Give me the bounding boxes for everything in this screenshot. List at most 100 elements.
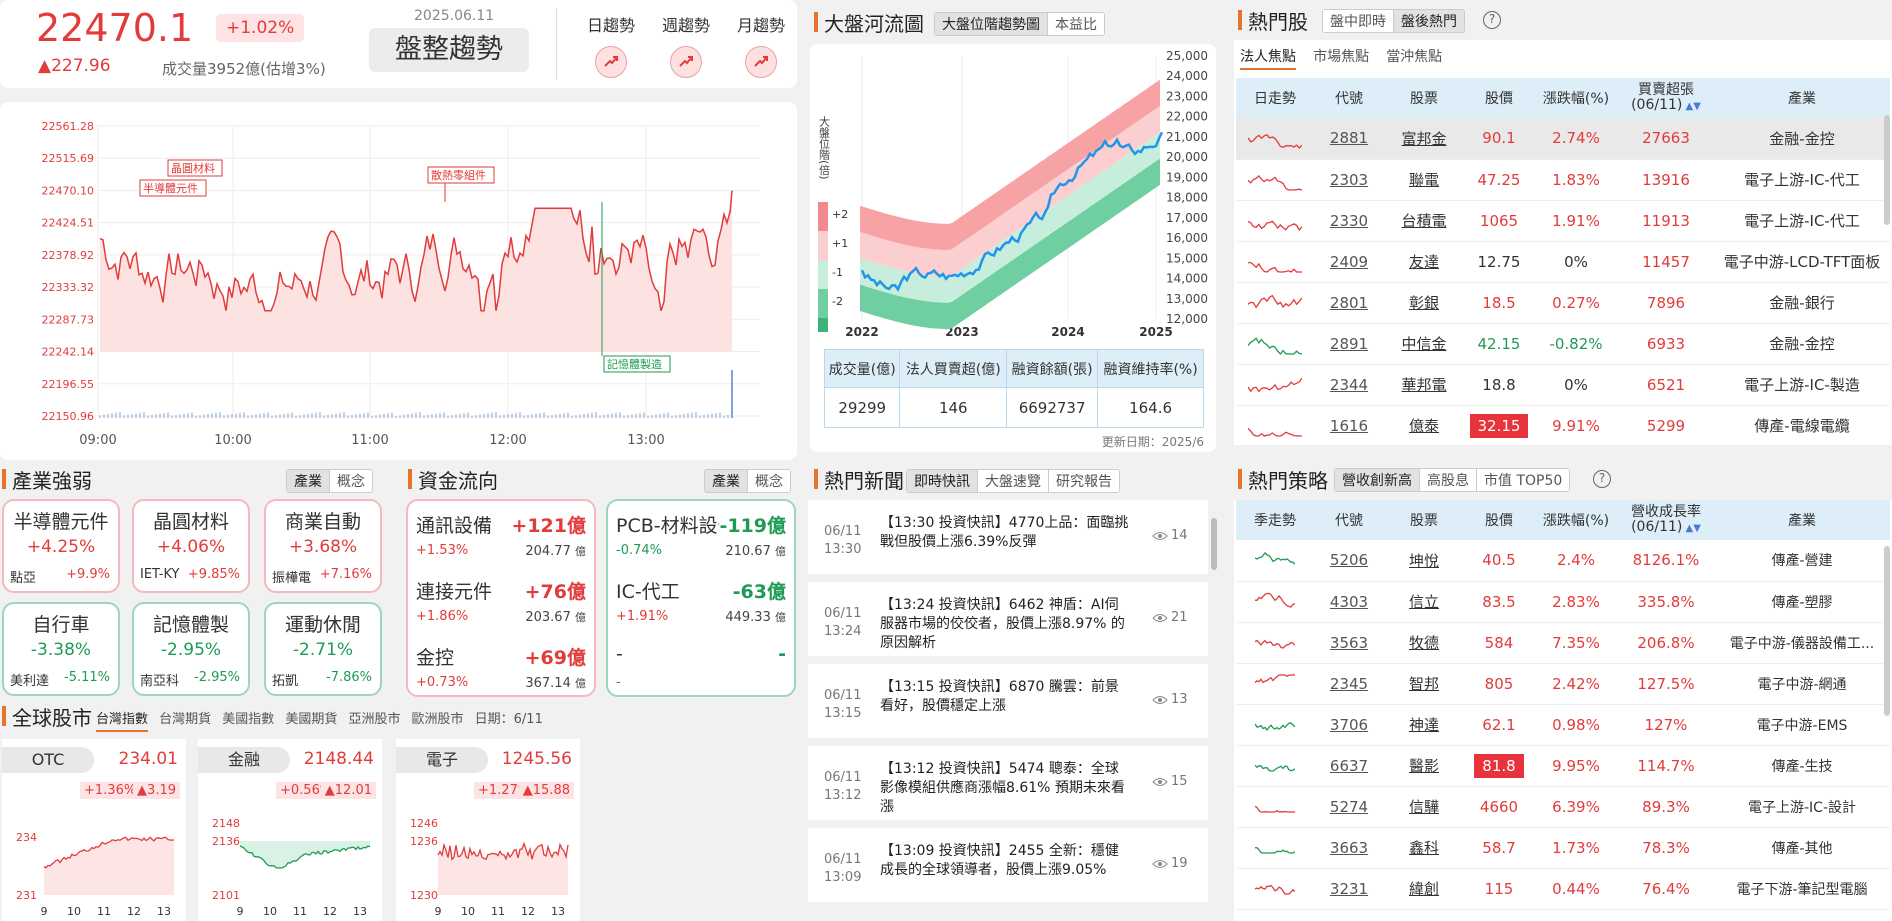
col-net-buy[interactable]: 買賣超張 (06/11) ▲▼	[1618, 78, 1714, 118]
scrollbar[interactable]	[1884, 115, 1890, 225]
seg-industry[interactable]: 產業	[705, 470, 747, 492]
stock-code[interactable]: 2303	[1314, 159, 1384, 201]
news-headline[interactable]: 【13:09 投資快訊】2455 全新：穩健成長的全球領導者，股價上漲9.05%	[880, 842, 1130, 880]
seg-concept[interactable]: 概念	[747, 470, 790, 492]
table-row[interactable]: 4303 信立 83.5 2.83% 335.8% 傳產-塑膠	[1236, 581, 1890, 623]
table-row[interactable]: 5274 信驊 4660 6.39% 89.3% 電子上游-IC-設計	[1236, 786, 1890, 828]
industry-box[interactable]: 商業自動 +3.68% 振樺電 +7.16%	[264, 499, 382, 593]
seg-concept[interactable]: 概念	[329, 470, 372, 492]
stock-code[interactable]: 2344	[1314, 364, 1384, 406]
stock-code[interactable]: 3231	[1314, 868, 1384, 910]
trend-week[interactable]: 週趨勢	[659, 12, 713, 78]
market-card[interactable]: 金融 2148.44 +0.56% ▲12.01 2148 2136 2101 9 10 11 12…	[198, 739, 382, 921]
scrollbar[interactable]	[1884, 546, 1890, 716]
stock-code[interactable]: 2801	[1314, 282, 1384, 324]
tab-river-level[interactable]: 大盤位階趨勢圖	[935, 13, 1047, 35]
industry-box[interactable]: 自行車 -3.38% 美利達 -5.11%	[2, 602, 120, 696]
table-row[interactable]: 2801 彰銀 18.5 0.27% 7896 金融-銀行	[1236, 282, 1890, 324]
stock-name[interactable]: 中信金	[1384, 323, 1464, 365]
stock-name[interactable]: 彰銀	[1384, 282, 1464, 324]
table-row[interactable]: 1616 億泰 32.15 9.91% 5299 傳產-電線電纜	[1236, 405, 1890, 447]
seg-after-hours[interactable]: 盤後熱門	[1393, 10, 1464, 32]
stock-code[interactable]: 5274	[1314, 786, 1384, 828]
stock-name[interactable]: 牧德	[1384, 622, 1464, 664]
flow-sector-name[interactable]: IC-代工	[616, 577, 736, 604]
table-row[interactable]: 2891 中信金 42.15 -0.82% 6933 金融-金控	[1236, 323, 1890, 365]
stock-code[interactable]: 2409	[1314, 241, 1384, 283]
news-item[interactable]: 06/11 13:24 【13:24 投資快訊】6462 神盾：AI伺服器市場的佼佼…	[808, 582, 1208, 656]
news-scrollbar[interactable]	[1211, 518, 1217, 570]
table-row[interactable]: 2330 台積電 1065 1.91% 11913 電子上游-IC-代工	[1236, 200, 1890, 242]
flow-sector-name[interactable]: PCB-材料設備	[616, 511, 736, 538]
tab-high-dividend[interactable]: 高股息	[1419, 469, 1476, 491]
stock-code[interactable]: 2881	[1314, 118, 1384, 160]
stock-name[interactable]: 友達	[1384, 241, 1464, 283]
table-row[interactable]: 3663 鑫科 58.7 1.73% 78.3% 傳產-其他	[1236, 827, 1890, 869]
table-row[interactable]: 2345 智邦 805 2.42% 127.5% 電子中游-網通	[1236, 663, 1890, 705]
stock-name[interactable]: 信驊	[1384, 786, 1464, 828]
tab-research[interactable]: 研究報告	[1048, 470, 1119, 492]
industry-box[interactable]: 記憶體製 -2.95% 南亞科 -2.95%	[132, 602, 250, 696]
table-row[interactable]: 2881 富邦金 90.1 2.74% 27663 金融-金控	[1236, 118, 1890, 160]
table-row[interactable]: 2303 聯電 47.25 1.83% 13916 電子上游-IC-代工	[1236, 159, 1890, 201]
help-icon[interactable]: ?	[1483, 11, 1501, 29]
tab-overview[interactable]: 大盤速覽	[977, 470, 1048, 492]
stock-code[interactable]: 2345	[1314, 663, 1384, 705]
table-row[interactable]: 6637 醫影 81.8 9.95% 114.7% 傳產-生技	[1236, 745, 1890, 787]
market-card[interactable]: 電子 1245.56 +1.27% ▲15.88 1246 1236 1230 9 10 11 12…	[396, 739, 580, 921]
stock-name[interactable]: 信立	[1384, 581, 1464, 623]
intraday-chart[interactable]: 22561.28 22515.69 22470.10 22424.51 22378.92…	[0, 102, 797, 460]
tab-market[interactable]: 市場焦點	[1313, 49, 1369, 65]
industry-box[interactable]: 半導體元件 +4.25% 點亞 +9.9%	[2, 499, 120, 593]
tab-top50[interactable]: 市值 TOP50	[1476, 469, 1570, 491]
tab-river-pe[interactable]: 本益比	[1047, 13, 1104, 35]
tab-tw-index[interactable]: 台灣指數	[96, 712, 149, 732]
tab-institutional[interactable]: 法人焦點	[1240, 49, 1296, 70]
stock-code[interactable]: 6637	[1314, 745, 1384, 787]
stock-name[interactable]: 智邦	[1384, 663, 1464, 705]
stock-code[interactable]: 2330	[1314, 200, 1384, 242]
river-chart[interactable]: 25,000 24,000 23,000 22,000 21,000 20,000 19,0…	[810, 44, 1216, 344]
tab-us-futures[interactable]: 美國期貨	[285, 712, 337, 727]
industry-box[interactable]: 運動休閒 -2.71% 拓凱 -7.86%	[264, 602, 382, 696]
table-row[interactable]: 3231 緯創 115 0.44% 76.4% 電子下游-筆記型電腦	[1236, 868, 1890, 910]
stock-name[interactable]: 富邦金	[1384, 118, 1464, 160]
stock-name[interactable]: 醫影	[1384, 745, 1464, 787]
seg-intraday[interactable]: 盤中即時	[1323, 10, 1393, 32]
stock-code[interactable]: 3663	[1314, 827, 1384, 869]
table-row[interactable]: 3563 牧德 584 7.35% 206.8% 電子中游-儀器設備工...	[1236, 622, 1890, 664]
table-row[interactable]: 5206 坤悅 40.5 2.4% 8126.1% 傳產-營建	[1236, 540, 1890, 582]
tab-flash[interactable]: 即時快訊	[907, 470, 977, 492]
stock-name[interactable]: 緯創	[1384, 868, 1464, 910]
stock-name[interactable]: 台積電	[1384, 200, 1464, 242]
seg-industry[interactable]: 產業	[287, 470, 329, 492]
tab-us-index[interactable]: 美國指數	[222, 712, 274, 727]
stock-code[interactable]: 4303	[1314, 581, 1384, 623]
tab-europe[interactable]: 歐洲股市	[412, 712, 464, 727]
news-headline[interactable]: 【13:24 投資快訊】6462 神盾：AI伺服器市場的佼佼者，股價上漲8.97…	[880, 596, 1130, 653]
news-item[interactable]: 06/11 13:12 【13:12 投資快訊】5474 聰泰：全球影像模組供應商漲…	[808, 746, 1208, 820]
trend-day[interactable]: 日趨勢	[584, 12, 638, 78]
flow-sector-name[interactable]: -	[616, 643, 736, 665]
table-row[interactable]: 2409 友達 12.75 0% 11457 電子中游-LCD-TFT面板	[1236, 241, 1890, 283]
stock-name[interactable]: 聯電	[1384, 159, 1464, 201]
trend-month[interactable]: 月趨勢	[734, 12, 788, 78]
help-icon[interactable]: ?	[1593, 470, 1611, 488]
stock-code[interactable]: 5206	[1314, 540, 1384, 582]
flow-sector-name[interactable]: 連接元件	[416, 577, 536, 604]
tab-asia[interactable]: 亞洲股市	[348, 712, 400, 727]
stock-code[interactable]: 2891	[1314, 323, 1384, 365]
stock-name[interactable]: 鑫科	[1384, 827, 1464, 869]
tab-daytrade[interactable]: 當沖焦點	[1386, 49, 1442, 65]
table-row[interactable]: 3706 神達 62.1 0.98% 127% 電子中游-EMS	[1236, 704, 1890, 746]
stock-name[interactable]: 華邦電	[1384, 364, 1464, 406]
industry-box[interactable]: 晶圓材料 +4.06% IET-KY +9.85%	[132, 499, 250, 593]
tab-revenue-high[interactable]: 營收創新高	[1335, 469, 1419, 491]
stock-code[interactable]: 1616	[1314, 405, 1384, 447]
news-headline[interactable]: 【13:15 投資快訊】6870 騰雲：前景看好，股價穩定上漲	[880, 678, 1130, 716]
stock-name[interactable]: 坤悅	[1384, 540, 1464, 582]
news-headline[interactable]: 【13:12 投資快訊】5474 聰泰：全球影像模組供應商漲幅8.61% 預期未…	[880, 760, 1130, 817]
stock-code[interactable]: 3706	[1314, 704, 1384, 746]
stock-code[interactable]: 3563	[1314, 622, 1384, 664]
market-card[interactable]: OTC 234.01 +1.36% ▲3.19 234 231 9 10 11 12 13	[2, 739, 186, 921]
